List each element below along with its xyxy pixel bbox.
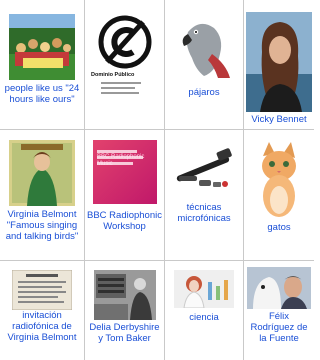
image-grid: people like us "24 hours like ours" Domi… xyxy=(0,0,314,360)
science-image xyxy=(174,270,234,308)
studio-photo-image xyxy=(93,270,156,320)
cell-label[interactable]: técnicas microfónicas xyxy=(167,202,241,224)
grid-cell-virginia-belmont[interactable]: Virginia Belmont "Famous singing and tal… xyxy=(0,130,85,261)
cell-label[interactable]: Vicky Bennet xyxy=(246,114,312,125)
microphone-image xyxy=(176,148,232,187)
album-cover-image xyxy=(9,14,75,80)
grid-cell-tecnicas-microfonicas[interactable]: técnicas microfónicas xyxy=(165,130,244,261)
cover-text: BBC Radiophonic Music xyxy=(97,154,145,167)
grid-cell-felix-rodriguez[interactable]: Félix Rodríguez de la Fuente xyxy=(244,261,314,360)
grid-cell-bbc-radiophonic[interactable]: BBC Radiophonic Music BBC Radiophonic Wo… xyxy=(85,130,165,261)
grid-cell-delia-derbyshire[interactable]: Delia Derbyshire y Tom Baker xyxy=(85,261,165,360)
logo-text: Dominio Público xyxy=(91,72,135,78)
grid-cell-vicky-bennet[interactable]: Vicky Bennet xyxy=(244,0,314,130)
grid-cell-invitacion-radiofonica[interactable]: invitación radiofónica de Virginia Belmo… xyxy=(0,261,85,360)
cell-label[interactable]: BBC Radiophonic Workshop xyxy=(87,210,162,232)
parrot-image xyxy=(182,23,230,78)
cell-label[interactable]: Félix Rodríguez de la Fuente xyxy=(246,311,312,344)
record-cover-image xyxy=(9,140,75,206)
cell-label[interactable]: invitación radiofónica de Virginia Belmo… xyxy=(2,310,82,343)
cell-label[interactable]: ciencia xyxy=(167,312,241,323)
public-domain-logo xyxy=(98,15,151,94)
grid-cell-gatos[interactable]: gatos xyxy=(244,130,314,261)
grid-cell-pajaros[interactable]: pájaros xyxy=(165,0,244,130)
portrait-image xyxy=(246,12,312,112)
kitten-image xyxy=(262,142,296,217)
invitation-card-image xyxy=(12,270,72,310)
bbc-cover-image xyxy=(92,140,157,204)
grid-cell-dominio-publico[interactable]: Dominio Público xyxy=(85,0,165,130)
cell-label[interactable]: pájaros xyxy=(167,87,241,98)
cell-label[interactable]: people like us "24 hours like ours" xyxy=(2,83,82,105)
dog-man-image xyxy=(247,267,311,309)
cell-label[interactable]: Delia Derbyshire y Tom Baker xyxy=(87,322,162,344)
cell-label[interactable]: Virginia Belmont "Famous singing and tal… xyxy=(2,209,82,242)
grid-cell-ciencia[interactable]: ciencia xyxy=(165,261,244,360)
cell-label[interactable]: gatos xyxy=(246,222,312,233)
grid-cell-people-like-us[interactable]: people like us "24 hours like ours" xyxy=(0,0,85,130)
